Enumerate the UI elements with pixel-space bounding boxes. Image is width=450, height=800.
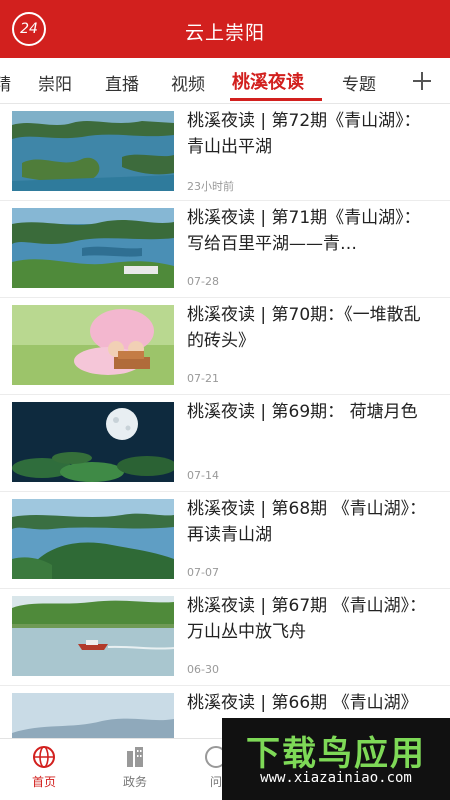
article-item[interactable]: 桃溪夜读 | 第70期：《一堆散乱的砖头》 07-21	[0, 298, 450, 395]
plus-icon	[413, 71, 431, 90]
building-icon	[127, 747, 143, 767]
globe-icon	[33, 746, 55, 768]
tab-special[interactable]: 专题	[342, 70, 376, 95]
article-title: 桃溪夜读 | 第70期：《一堆散乱的砖头》	[187, 305, 421, 351]
article-title: 桃溪夜读 | 第69期： 荷塘月色	[187, 402, 418, 422]
article-item[interactable]: 桃溪夜读 | 第68期 《青山湖》：再读青山湖 07-07	[0, 492, 450, 589]
article-thumbnail	[12, 402, 174, 482]
article-item[interactable]: 桃溪夜读 | 第72期《青山湖》：青山出平湖 23小时前	[0, 104, 450, 201]
article-title: 桃溪夜读 | 第66期 《青山湖》	[187, 693, 418, 713]
article-time: 07-28	[187, 275, 219, 288]
article-item[interactable]: 桃溪夜读 | 第67期 《青山湖》：万山丛中放飞舟 06-30	[0, 589, 450, 686]
article-title: 桃溪夜读 | 第72期《青山湖》：青山出平湖	[187, 111, 421, 157]
article-list: 桃溪夜读 | 第72期《青山湖》：青山出平湖 23小时前 桃溪夜读 | 第71期…	[0, 104, 450, 783]
add-channel-button[interactable]	[394, 58, 450, 103]
app-title: 云上崇阳	[184, 22, 265, 44]
nav-home[interactable]: 首页	[14, 745, 74, 790]
nav-government-label: 政务	[122, 775, 147, 789]
app-header: 24 云上崇阳	[0, 0, 450, 58]
article-thumbnail	[12, 208, 174, 288]
active-tab-indicator	[230, 98, 322, 101]
article-time: 23小时前	[187, 180, 234, 193]
channel-tabs: 精 崇阳 直播 视频 桃溪夜读 专题	[0, 58, 450, 104]
article-title: 桃溪夜读 | 第67期 《青山湖》：万山丛中放飞舟	[187, 596, 427, 642]
article-thumbnail	[12, 111, 174, 191]
article-time: 06-30	[187, 663, 219, 676]
article-time: 07-14	[187, 469, 219, 482]
nav-home-label: 首页	[31, 775, 56, 789]
tab-jing[interactable]: 精	[0, 70, 11, 95]
watermark-site: www.xiazainiao.com	[260, 770, 412, 786]
article-title: 桃溪夜读 | 第71期《青山湖》：写给百里平湖——青…	[187, 208, 421, 254]
tab-live[interactable]: 直播	[105, 70, 139, 95]
watermark: 下载鸟应用 www.xiazainiao.com	[222, 718, 450, 800]
article-time: 07-07	[187, 566, 219, 579]
nav-government[interactable]: 政务	[105, 745, 165, 790]
tab-taoxi-reading[interactable]: 桃溪夜读	[232, 68, 304, 94]
article-thumbnail	[12, 499, 174, 579]
article-thumbnail	[12, 305, 174, 385]
tab-video[interactable]: 视频	[171, 70, 205, 95]
article-item[interactable]: 桃溪夜读 | 第69期： 荷塘月色 07-14	[0, 395, 450, 492]
tab-chongyang[interactable]: 崇阳	[38, 70, 72, 95]
article-time: 07-21	[187, 372, 219, 385]
watermark-brand: 下载鸟应用	[246, 734, 426, 774]
article-thumbnail	[12, 596, 174, 676]
article-item[interactable]: 桃溪夜读 | 第71期《青山湖》：写给百里平湖——青… 07-28	[0, 201, 450, 298]
article-title: 桃溪夜读 | 第68期 《青山湖》：再读青山湖	[187, 499, 427, 545]
